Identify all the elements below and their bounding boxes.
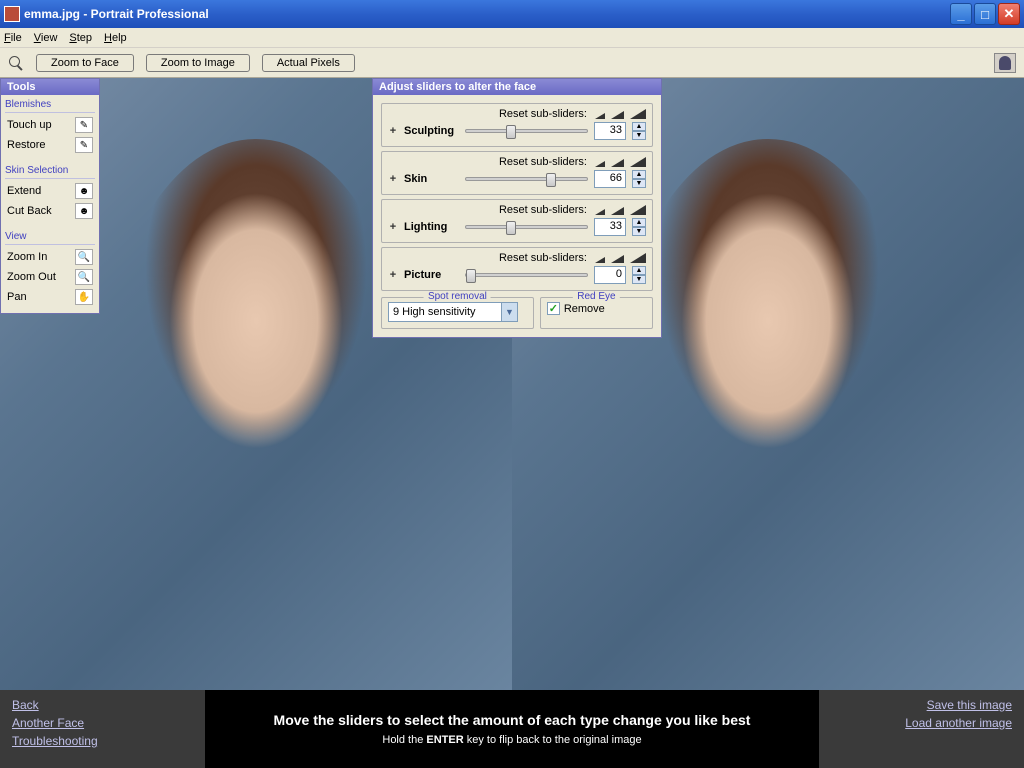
slider-spinner[interactable]: ▲▼ [632,122,646,140]
hand-icon: ✋ [75,289,93,305]
workspace: Tools Blemishes Touch up✎ Restore✎ Skin … [0,78,1024,690]
menu-view[interactable]: View [34,32,58,44]
zoom-out-icon: 🔍 [75,269,93,285]
slider-value[interactable]: 66 [594,170,626,188]
touchup-tool[interactable]: Touch up✎ [5,115,95,135]
profile-icon[interactable] [994,53,1016,73]
mask-icon: ☻ [75,203,93,219]
tools-header: Tools [1,79,99,95]
slider-thumb[interactable] [506,125,516,139]
tools-panel: Tools Blemishes Touch up✎ Restore✎ Skin … [0,78,100,314]
load-image-link[interactable]: Load another image [905,716,1012,730]
blemishes-label: Blemishes [5,97,95,113]
actual-pixels-button[interactable]: Actual Pixels [262,54,355,72]
slider-name: Picture [404,269,459,281]
brush-icon: ✎ [75,117,93,133]
minimize-button[interactable]: _ [950,3,972,25]
titlebar: emma.jpg - Portrait Professional _ □ ✕ [0,0,1024,28]
zoom-to-image-button[interactable]: Zoom to Image [146,54,250,72]
instruction-line1: Move the sliders to select the amount of… [274,712,751,728]
preset-icons[interactable] [595,109,646,119]
expand-button[interactable]: + [388,269,398,281]
preset-icons[interactable] [595,253,646,263]
slider-value[interactable]: 33 [594,218,626,236]
pan-tool[interactable]: Pan✋ [5,287,95,307]
slider-thumb[interactable] [466,269,476,283]
expand-button[interactable]: + [388,125,398,137]
slider-group-skin: Reset sub-sliders: + Skin 66 ▲▼ [381,151,653,195]
spot-removal-label: Spot removal [424,291,491,302]
redeye-checkbox[interactable]: ✓Remove [547,302,646,315]
reset-label: Reset sub-sliders: [499,108,587,120]
toolbar: Zoom to Face Zoom to Image Actual Pixels [0,48,1024,78]
zoom-out-tool[interactable]: Zoom Out🔍 [5,267,95,287]
skin-selection-label: Skin Selection [5,163,95,179]
slider-name: Skin [404,173,459,185]
footer: Back Another Face Troubleshooting Move t… [0,690,1024,768]
slider-group-lighting: Reset sub-sliders: + Lighting 33 ▲▼ [381,199,653,243]
slider-name: Sculpting [404,125,459,137]
back-link[interactable]: Back [12,698,193,712]
menu-help[interactable]: Help [104,32,127,44]
slider-track[interactable] [465,129,588,133]
reset-label: Reset sub-sliders: [499,204,587,216]
menubar: File View Step Help [0,28,1024,48]
slider-name: Lighting [404,221,459,233]
brush-icon: ✎ [75,137,93,153]
expand-button[interactable]: + [388,173,398,185]
menu-file[interactable]: File [4,32,22,44]
maximize-button[interactable]: □ [974,3,996,25]
redeye-fieldset: Red Eye ✓Remove [540,297,653,329]
zoom-in-icon: 🔍 [75,249,93,265]
window-title: emma.jpg - Portrait Professional [24,7,950,21]
expand-button[interactable]: + [388,221,398,233]
reset-label: Reset sub-sliders: [499,252,587,264]
troubleshooting-link[interactable]: Troubleshooting [12,734,193,748]
slider-spinner[interactable]: ▲▼ [632,266,646,284]
slider-track[interactable] [465,225,588,229]
zoom-in-tool[interactable]: Zoom In🔍 [5,247,95,267]
preset-icons[interactable] [595,205,646,215]
reset-label: Reset sub-sliders: [499,156,587,168]
footer-right: Save this image Load another image [819,690,1024,768]
redeye-label: Red Eye [573,291,619,302]
slider-value[interactable]: 33 [594,122,626,140]
slider-track[interactable] [465,273,588,277]
slider-thumb[interactable] [546,173,556,187]
slider-track[interactable] [465,177,588,181]
checkbox-icon: ✓ [547,302,560,315]
mask-icon: ☻ [75,183,93,199]
another-face-link[interactable]: Another Face [12,716,193,730]
footer-left: Back Another Face Troubleshooting [0,690,205,768]
magnifier-icon[interactable] [8,55,24,71]
sliders-header: Adjust sliders to alter the face [373,79,661,95]
close-button[interactable]: ✕ [998,3,1020,25]
slider-spinner[interactable]: ▲▼ [632,170,646,188]
spot-removal-combo[interactable]: 9 High sensitivity▼ [388,302,518,322]
zoom-to-face-button[interactable]: Zoom to Face [36,54,134,72]
menu-step[interactable]: Step [69,32,92,44]
slider-group-picture: Reset sub-sliders: + Picture 0 ▲▼ [381,247,653,291]
view-section-label: View [5,229,95,245]
slider-thumb[interactable] [506,221,516,235]
preset-icons[interactable] [595,157,646,167]
footer-center: Move the sliders to select the amount of… [205,690,819,768]
save-image-link[interactable]: Save this image [927,698,1012,712]
extend-tool[interactable]: Extend☻ [5,181,95,201]
cutback-tool[interactable]: Cut Back☻ [5,201,95,221]
restore-tool[interactable]: Restore✎ [5,135,95,155]
chevron-down-icon: ▼ [501,303,517,321]
sliders-panel: Adjust sliders to alter the face Reset s… [372,78,662,338]
slider-group-sculpting: Reset sub-sliders: + Sculpting 33 ▲▼ [381,103,653,147]
instruction-line2: Hold the ENTER key to flip back to the o… [382,732,641,746]
app-icon [4,6,20,22]
slider-value[interactable]: 0 [594,266,626,284]
slider-spinner[interactable]: ▲▼ [632,218,646,236]
spot-removal-fieldset: Spot removal 9 High sensitivity▼ [381,297,534,329]
